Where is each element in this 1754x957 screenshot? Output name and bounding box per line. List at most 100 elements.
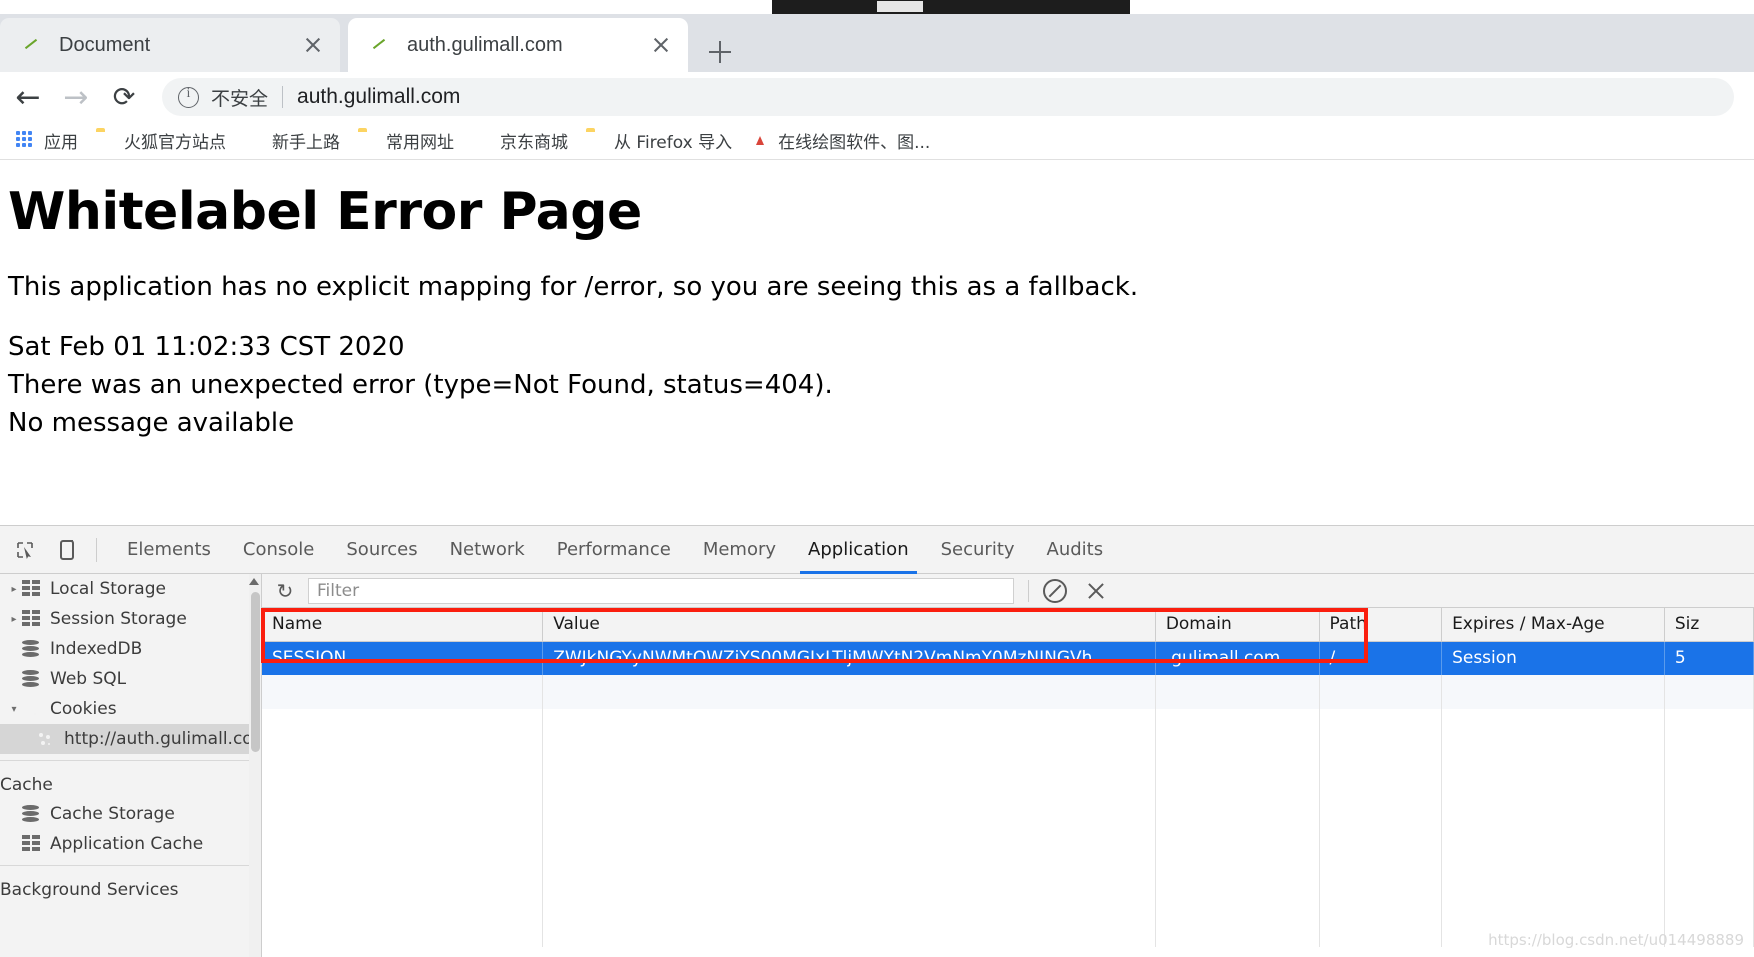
close-icon[interactable]: [644, 28, 678, 62]
tab-memory[interactable]: Memory: [687, 526, 792, 574]
security-status-label: 不安全: [211, 87, 269, 110]
close-x-icon[interactable]: [1083, 578, 1109, 604]
globe-icon: [472, 131, 491, 150]
chevron-down-icon[interactable]: ▾: [6, 704, 22, 715]
inspect-cursor-icon[interactable]: [8, 533, 42, 567]
column-header-size[interactable]: Siz: [1664, 608, 1754, 642]
table-header-row: Name Value Domain Path Expires / Max-Age…: [262, 608, 1754, 642]
sidebar-item-indexeddb[interactable]: IndexedDB: [0, 634, 261, 664]
sidebar-item-session-storage[interactable]: ▸ Session Storage: [0, 604, 261, 634]
devtools-body: ▸ Local Storage ▸ Session Storage Indexe…: [0, 574, 1754, 957]
grid-icon: [22, 580, 42, 598]
refresh-icon[interactable]: ↻: [272, 578, 298, 604]
sidebar-item-label: Local Storage: [50, 579, 166, 599]
sidebar-item-label: Application Cache: [50, 834, 204, 854]
bookmark-label: 应用: [44, 133, 78, 153]
firefox-icon: [244, 131, 263, 150]
bookmark-label: 在线绘图软件、图...: [778, 133, 931, 153]
window-title-strip: [0, 0, 1754, 14]
bookmark-apps[interactable]: 应用: [10, 125, 84, 156]
window-caption-block: [772, 0, 1130, 14]
close-icon[interactable]: [296, 28, 330, 62]
sidebar-scrollbar[interactable]: [249, 574, 261, 957]
watermark-text: https://blog.csdn.net/u014498889: [1488, 931, 1744, 949]
scroll-up-arrow-icon[interactable]: [249, 578, 259, 585]
sidebar-item-web-sql[interactable]: Web SQL: [0, 664, 261, 694]
table-row[interactable]: [262, 845, 1754, 879]
tab-network[interactable]: Network: [434, 526, 541, 574]
leaf-icon: [370, 35, 390, 55]
tab-console[interactable]: Console: [227, 526, 330, 574]
folder-icon: [96, 131, 115, 150]
tab-title: Document: [59, 33, 151, 56]
bookmark-huohu[interactable]: 火狐官方站点: [90, 125, 232, 156]
folder-icon: [358, 131, 377, 150]
column-header-expires[interactable]: Expires / Max-Age: [1441, 608, 1665, 642]
browser-tab-document[interactable]: Document: [0, 18, 340, 72]
column-header-path[interactable]: Path: [1319, 608, 1443, 642]
bookmark-online-drawing[interactable]: 在线绘图软件、图...: [744, 125, 936, 156]
device-toolbar-icon[interactable]: [50, 533, 84, 567]
sidebar-item-local-storage[interactable]: ▸ Local Storage: [0, 574, 261, 604]
tab-elements[interactable]: Elements: [111, 526, 227, 574]
devtools-panel: Elements Console Sources Network Perform…: [0, 525, 1754, 957]
table-row[interactable]: [262, 777, 1754, 811]
divider: [0, 865, 261, 866]
tab-audits[interactable]: Audits: [1031, 526, 1120, 574]
browser-tab-strip: Document auth.gulimall.com: [0, 14, 1754, 72]
bookmark-changyongwangzhi[interactable]: 常用网址: [352, 125, 460, 156]
bookmark-label: 火狐官方站点: [124, 133, 226, 153]
sidebar-item-label: Web SQL: [50, 669, 127, 689]
chevron-right-icon[interactable]: ▸: [6, 614, 22, 625]
bookmark-xinshoushanglu[interactable]: 新手上路: [238, 125, 346, 156]
reload-button[interactable]: ⟳: [104, 77, 144, 117]
bookmark-jingdong[interactable]: 京东商城: [466, 125, 574, 156]
sidebar-section-background-services: Background Services: [0, 880, 179, 900]
cell-expires: Session: [1441, 641, 1665, 675]
sidebar-item-cookies[interactable]: ▾ Cookies: [0, 694, 261, 724]
table-row[interactable]: [262, 709, 1754, 743]
bookmarks-bar: 应用 火狐官方站点 新手上路 常用网址 京东商城 从 Firefox 导入 在线…: [0, 122, 1754, 160]
error-detail: There was an unexpected error (type=Not …: [8, 370, 833, 400]
table-row[interactable]: [262, 879, 1754, 913]
sidebar-item-application-cache[interactable]: Application Cache: [0, 829, 261, 859]
bookmark-label: 常用网址: [386, 133, 454, 153]
bookmark-firefox-import[interactable]: 从 Firefox 导入: [580, 125, 738, 156]
error-timestamp: Sat Feb 01 11:02:33 CST 2020: [8, 332, 405, 362]
leaf-icon: [22, 35, 42, 55]
back-button[interactable]: ←: [8, 77, 48, 117]
ban-icon[interactable]: [1042, 578, 1067, 603]
new-tab-button[interactable]: [700, 32, 740, 72]
cell-value: ZWJkNGYyNWMtOWZiYS00MGIxLTljMWYtN2VmNmY0…: [542, 641, 1156, 675]
table-row[interactable]: [262, 811, 1754, 845]
cookie-icon: [36, 730, 56, 748]
info-icon[interactable]: [178, 86, 199, 108]
search-input[interactable]: Filter: [308, 577, 1014, 604]
address-bar[interactable]: 不安全 auth.gulimall.com: [162, 78, 1734, 116]
cookies-table: Name Value Domain Path Expires / Max-Age…: [262, 608, 1754, 947]
table-row[interactable]: [262, 743, 1754, 777]
column-header-name[interactable]: Name: [262, 608, 544, 642]
bookmark-label: 从 Firefox 导入: [614, 133, 733, 153]
database-icon: [22, 805, 42, 823]
browser-tab-auth-gulimall[interactable]: auth.gulimall.com: [348, 18, 688, 72]
browser-toolbar: ← → ⟳ 不安全 auth.gulimall.com: [0, 72, 1754, 122]
cell-domain: .gulimall.com: [1155, 641, 1320, 675]
column-header-domain[interactable]: Domain: [1155, 608, 1320, 642]
sidebar-item-cookie-origin[interactable]: http://auth.gulimall.com: [0, 724, 261, 754]
table-row[interactable]: SESSION ZWJkNGYyNWMtOWZiYS00MGIxLTljMWYt…: [262, 641, 1754, 675]
sidebar-item-label: Cache Storage: [50, 804, 175, 824]
chevron-right-icon[interactable]: ▸: [6, 584, 22, 595]
tab-performance[interactable]: Performance: [541, 526, 687, 574]
table-row[interactable]: [262, 675, 1754, 709]
url-text: auth.gulimall.com: [297, 85, 461, 108]
tab-application[interactable]: Application: [792, 526, 925, 574]
forward-button[interactable]: →: [56, 77, 96, 117]
scrollbar-thumb[interactable]: [251, 592, 260, 752]
database-icon: [22, 640, 42, 658]
error-message: No message available: [8, 408, 295, 438]
tab-sources[interactable]: Sources: [330, 526, 433, 574]
column-header-value[interactable]: Value: [542, 608, 1156, 642]
sidebar-item-cache-storage[interactable]: Cache Storage: [0, 799, 261, 829]
tab-security[interactable]: Security: [925, 526, 1031, 574]
